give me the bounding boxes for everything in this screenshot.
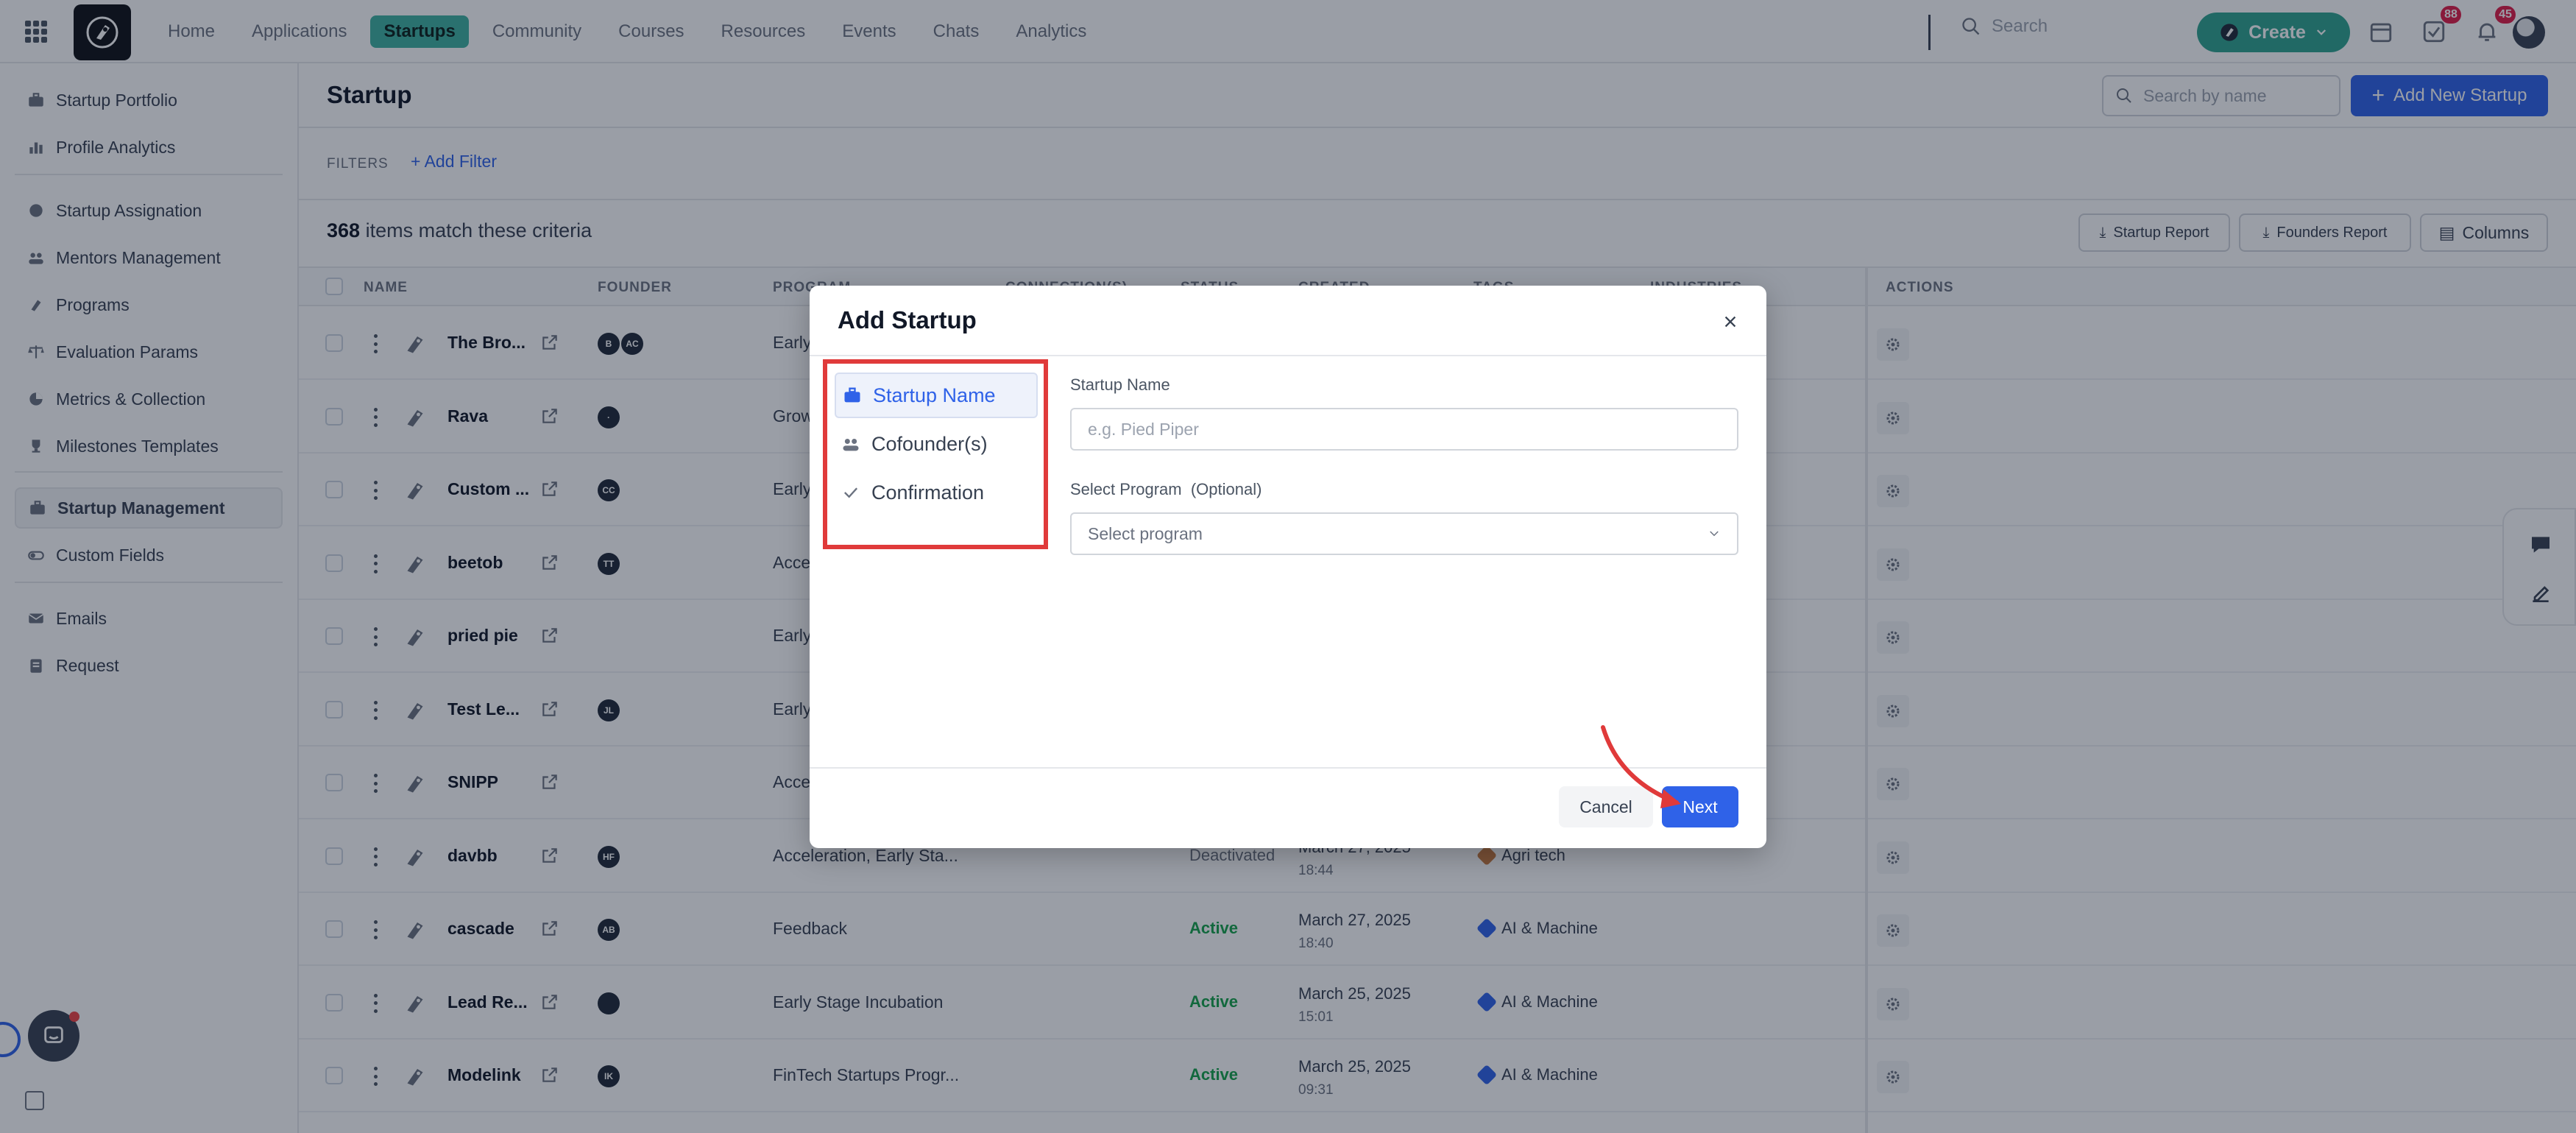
briefcase-icon: [844, 387, 860, 403]
check-icon: [844, 487, 858, 498]
users-icon: [843, 439, 859, 451]
step-confirmation[interactable]: Confirmation: [835, 470, 1038, 515]
step-cofounder-s[interactable]: Cofounder(s): [835, 421, 1038, 467]
modal-header-divider: [810, 355, 1766, 356]
startup-name-input[interactable]: e.g. Pied Piper: [1070, 408, 1738, 451]
step-label: Startup Name: [873, 384, 996, 406]
chevron-down-icon: [1710, 531, 1719, 537]
startup-name-label: Startup Name: [1070, 375, 1170, 394]
select-program-label-text: Select Program: [1070, 480, 1182, 498]
select-program-label: Select Program (Optional): [1070, 480, 1262, 499]
modal-title: Add Startup: [838, 306, 977, 333]
optional-label: (Optional): [1190, 480, 1262, 498]
step-label: Confirmation: [871, 481, 985, 504]
step-label: Cofounder(s): [871, 432, 988, 455]
steps-highlight-box: Startup Name Cofounder(s) Confirmation: [823, 359, 1048, 549]
step-startup-name[interactable]: Startup Name: [835, 373, 1038, 418]
close-icon[interactable]: [1718, 309, 1743, 334]
annotation-arrow: [1601, 725, 1681, 808]
select-program-dropdown[interactable]: Select program: [1070, 512, 1738, 555]
select-program-placeholder: Select program: [1088, 523, 1203, 543]
startup-name-placeholder: e.g. Pied Piper: [1088, 419, 1199, 439]
